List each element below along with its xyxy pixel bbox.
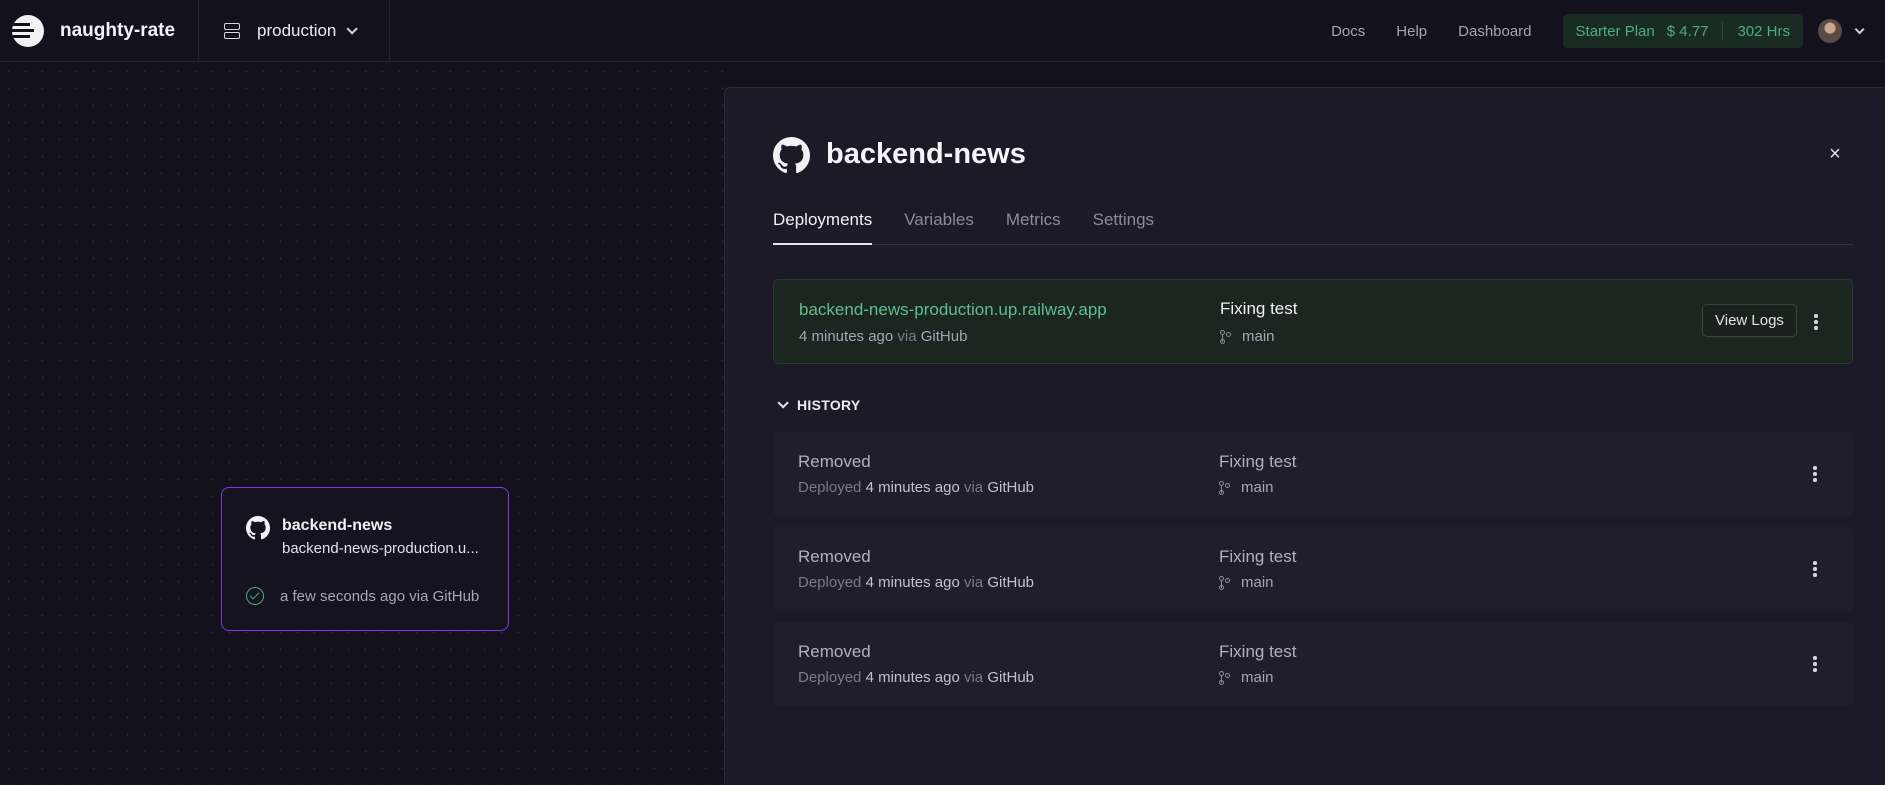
tab-deployments[interactable]: Deployments [773,204,873,245]
panel-title: backend-news [826,138,1026,170]
github-icon [773,137,810,174]
branch-name: main [1241,574,1274,591]
environment-selector[interactable]: production [199,0,390,62]
history-time: 4 minutes ago [865,574,960,591]
git-branch-icon [1219,670,1231,685]
history-status: Removed [798,547,871,566]
git-branch-icon [1219,575,1231,590]
git-branch-icon [1219,480,1231,495]
dashboard-link[interactable]: Dashboard [1458,23,1531,40]
kebab-menu-icon[interactable] [1814,314,1818,330]
commit-message: Fixing test [1220,299,1298,318]
plan-badge[interactable]: Starter Plan $ 4.77 302 Hrs [1562,14,1803,48]
kebab-menu-icon[interactable] [1813,561,1817,577]
project-name: naughty-rate [60,19,176,41]
branch-name: main [1242,328,1275,345]
history-via: via [963,669,984,686]
history-via: via [963,574,984,591]
history-status: Removed [798,452,871,471]
chevron-down-icon[interactable] [1854,23,1865,34]
project-switcher[interactable]: naughty-rate [0,0,199,62]
deployment-source: GitHub [920,328,968,345]
plan-hours: 302 Hrs [1737,22,1790,40]
top-bar: naughty-rate production Docs Help Dashbo… [0,0,1885,62]
history-via: via [963,479,984,496]
deployment-meta: 4 minutes ago via GitHub [799,328,967,345]
plan-divider [1722,22,1724,40]
history-branch: main [1219,669,1274,686]
chevron-down-icon [777,397,789,409]
tab-settings[interactable]: Settings [1093,204,1154,245]
history-branch: main [1219,479,1274,496]
close-icon[interactable]: × [1826,144,1844,164]
branch-name: main [1241,479,1274,496]
environment-label: production [257,20,337,40]
chevron-down-icon [346,22,359,35]
history-row[interactable]: Removed Deployed 4 minutes ago via GitHu… [773,432,1853,516]
deployment-time: 4 minutes ago [799,328,894,345]
help-link[interactable]: Help [1396,23,1427,40]
history-status: Removed [798,642,871,661]
history-meta: Deployed 4 minutes ago via GitHub [798,574,1034,591]
service-status: a few seconds ago via GitHub [280,588,480,605]
tab-metrics[interactable]: Metrics [1006,204,1061,245]
plan-name: Starter Plan [1575,22,1655,40]
avatar[interactable] [1818,19,1842,43]
github-icon [246,516,270,540]
service-card[interactable]: backend-news backend-news-production.u..… [221,487,509,631]
history-commit-message: Fixing test [1219,452,1297,471]
history-time: 4 minutes ago [865,479,960,496]
tab-bar: Deployments Variables Metrics Settings [773,204,1853,245]
service-name: backend-news [282,517,393,534]
history-source: GitHub [987,669,1035,686]
plan-cost: $ 4.77 [1666,22,1709,40]
kebab-menu-icon[interactable] [1813,466,1817,482]
project-canvas[interactable]: backend-news backend-news-production.u..… [0,63,724,785]
history-deployed-label: Deployed [798,479,862,496]
history-branch: main [1219,574,1274,591]
active-deployment-card[interactable]: backend-news-production.up.railway.app 4… [773,279,1853,364]
history-deployed-label: Deployed [798,669,862,686]
history-commit-message: Fixing test [1219,642,1297,661]
deployment-url[interactable]: backend-news-production.up.railway.app [799,300,1107,320]
deployment-via: via [897,328,917,345]
tab-variables[interactable]: Variables [904,204,974,245]
history-source: GitHub [987,479,1035,496]
history-label: HISTORY [797,397,861,413]
history-meta: Deployed 4 minutes ago via GitHub [798,479,1034,496]
service-url: backend-news-production.u... [282,540,479,557]
docs-link[interactable]: Docs [1331,23,1365,40]
history-row[interactable]: Removed Deployed 4 minutes ago via GitHu… [773,622,1853,706]
history-meta: Deployed 4 minutes ago via GitHub [798,669,1034,686]
history-deployed-label: Deployed [798,574,862,591]
railway-logo-icon [12,14,44,47]
view-logs-button[interactable]: View Logs [1702,304,1797,337]
top-nav: Docs Help Dashboard Starter Plan $ 4.77 … [1331,0,1885,62]
history-time: 4 minutes ago [865,669,960,686]
service-panel: backend-news × Deployments Variables Met… [724,87,1885,785]
server-stack-icon [223,22,241,40]
kebab-menu-icon[interactable] [1813,656,1817,672]
history-toggle[interactable]: HISTORY [773,397,861,413]
git-branch-icon [1220,329,1232,344]
commit-branch: main [1220,328,1275,345]
branch-name: main [1241,669,1274,686]
history-row[interactable]: Removed Deployed 4 minutes ago via GitHu… [773,527,1853,611]
history-source: GitHub [987,574,1035,591]
check-circle-icon [246,587,264,605]
history-commit-message: Fixing test [1219,547,1297,566]
